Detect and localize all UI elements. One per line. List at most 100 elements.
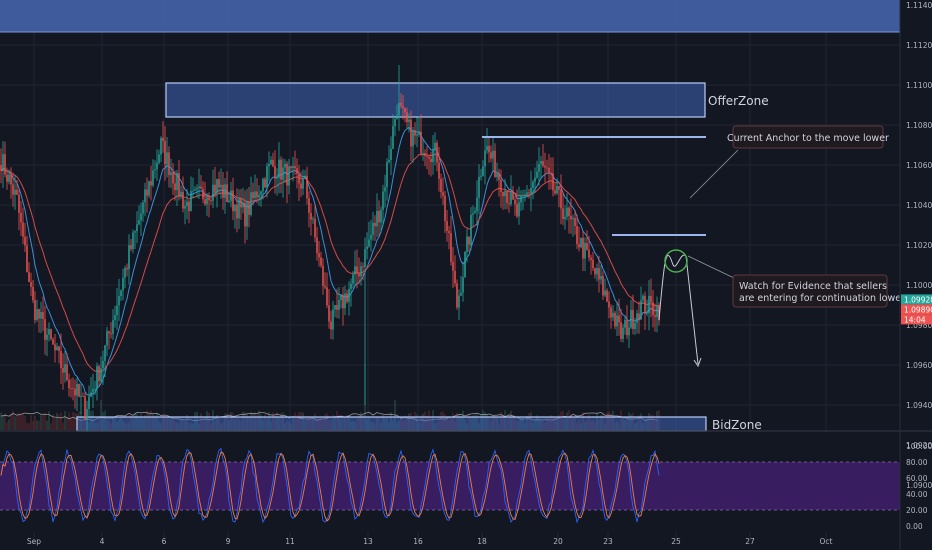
candle[interactable] xyxy=(612,312,614,318)
candle[interactable] xyxy=(376,210,378,227)
candle[interactable] xyxy=(268,164,270,167)
candle[interactable] xyxy=(194,189,196,191)
candle[interactable] xyxy=(604,290,606,296)
candle[interactable] xyxy=(304,175,306,179)
candle[interactable] xyxy=(62,368,64,373)
candle[interactable] xyxy=(476,197,478,212)
candle[interactable] xyxy=(292,166,294,169)
candle[interactable] xyxy=(8,174,10,182)
candle[interactable] xyxy=(6,174,8,182)
candle[interactable] xyxy=(244,202,246,227)
candle[interactable] xyxy=(632,309,634,329)
candle[interactable] xyxy=(236,204,238,219)
candle[interactable] xyxy=(516,204,518,217)
candle[interactable] xyxy=(312,218,314,220)
candle[interactable] xyxy=(526,192,528,195)
candle[interactable] xyxy=(484,150,486,167)
candle[interactable] xyxy=(128,245,130,270)
candle[interactable] xyxy=(596,268,598,275)
candle[interactable] xyxy=(500,180,502,192)
candle[interactable] xyxy=(10,174,12,185)
candle[interactable] xyxy=(74,388,76,396)
candle[interactable] xyxy=(580,237,582,248)
candle[interactable] xyxy=(594,268,596,275)
candle[interactable] xyxy=(46,334,48,340)
candle[interactable] xyxy=(252,192,254,199)
candle[interactable] xyxy=(588,249,590,258)
candle[interactable] xyxy=(590,257,592,260)
candle[interactable] xyxy=(592,259,594,269)
candle[interactable] xyxy=(378,210,380,223)
candle[interactable] xyxy=(654,315,656,317)
candle[interactable] xyxy=(130,245,132,250)
candle[interactable] xyxy=(332,309,334,330)
candle[interactable] xyxy=(174,183,176,191)
candle[interactable] xyxy=(370,234,372,240)
candle[interactable] xyxy=(294,166,296,169)
candle[interactable] xyxy=(196,188,198,190)
candle[interactable] xyxy=(240,198,242,208)
candle[interactable] xyxy=(102,360,104,369)
candle[interactable] xyxy=(490,152,492,159)
candle[interactable] xyxy=(212,184,214,201)
trading-chart[interactable]: OfferZone BidZone Current Anchor to the m… xyxy=(0,0,932,550)
candle[interactable] xyxy=(364,249,366,268)
candle[interactable] xyxy=(310,212,312,220)
candle[interactable] xyxy=(404,107,406,113)
candle[interactable] xyxy=(166,152,168,165)
candle[interactable] xyxy=(134,231,136,233)
candle[interactable] xyxy=(40,312,42,319)
candle[interactable] xyxy=(2,154,4,171)
candle[interactable] xyxy=(532,181,534,189)
candle[interactable] xyxy=(644,295,646,314)
candle[interactable] xyxy=(606,290,608,302)
candle[interactable] xyxy=(26,245,28,273)
candle[interactable] xyxy=(124,267,126,278)
candle[interactable] xyxy=(426,155,428,157)
candle[interactable] xyxy=(614,312,616,327)
candle[interactable] xyxy=(528,192,530,194)
candle[interactable] xyxy=(330,321,332,330)
candle[interactable] xyxy=(274,166,276,179)
candle[interactable] xyxy=(158,154,160,163)
candle[interactable] xyxy=(284,163,286,168)
candle[interactable] xyxy=(518,202,520,217)
candle[interactable] xyxy=(386,162,388,188)
candle[interactable] xyxy=(368,239,370,247)
candle[interactable] xyxy=(260,191,262,195)
candle[interactable] xyxy=(48,329,50,335)
candle[interactable] xyxy=(544,165,546,168)
candle[interactable] xyxy=(430,158,432,163)
candle[interactable] xyxy=(496,173,498,178)
candle[interactable] xyxy=(542,161,544,166)
candle[interactable] xyxy=(478,176,480,198)
candle[interactable] xyxy=(262,178,264,192)
candle[interactable] xyxy=(380,209,382,223)
candle[interactable] xyxy=(600,276,602,280)
candle[interactable] xyxy=(24,236,26,246)
candle[interactable] xyxy=(340,294,342,301)
candle[interactable] xyxy=(198,186,200,189)
candle[interactable] xyxy=(42,312,44,320)
candle[interactable] xyxy=(530,188,532,194)
candle[interactable] xyxy=(570,215,572,220)
candle[interactable] xyxy=(192,190,194,192)
candle[interactable] xyxy=(144,189,146,203)
candle[interactable] xyxy=(66,364,68,381)
candle[interactable] xyxy=(444,195,446,222)
candle[interactable] xyxy=(384,187,386,192)
candle[interactable] xyxy=(574,218,576,227)
candle[interactable] xyxy=(652,302,654,316)
candle[interactable] xyxy=(494,150,496,178)
candle[interactable] xyxy=(562,208,564,220)
candle[interactable] xyxy=(114,315,116,321)
candle[interactable] xyxy=(266,166,268,188)
candle[interactable] xyxy=(80,396,82,397)
candle[interactable] xyxy=(280,159,282,180)
candle[interactable] xyxy=(398,102,400,116)
candle[interactable] xyxy=(356,266,358,274)
candle[interactable] xyxy=(628,327,630,336)
candle[interactable] xyxy=(120,290,122,297)
candle[interactable] xyxy=(576,226,578,245)
candle[interactable] xyxy=(616,315,618,327)
